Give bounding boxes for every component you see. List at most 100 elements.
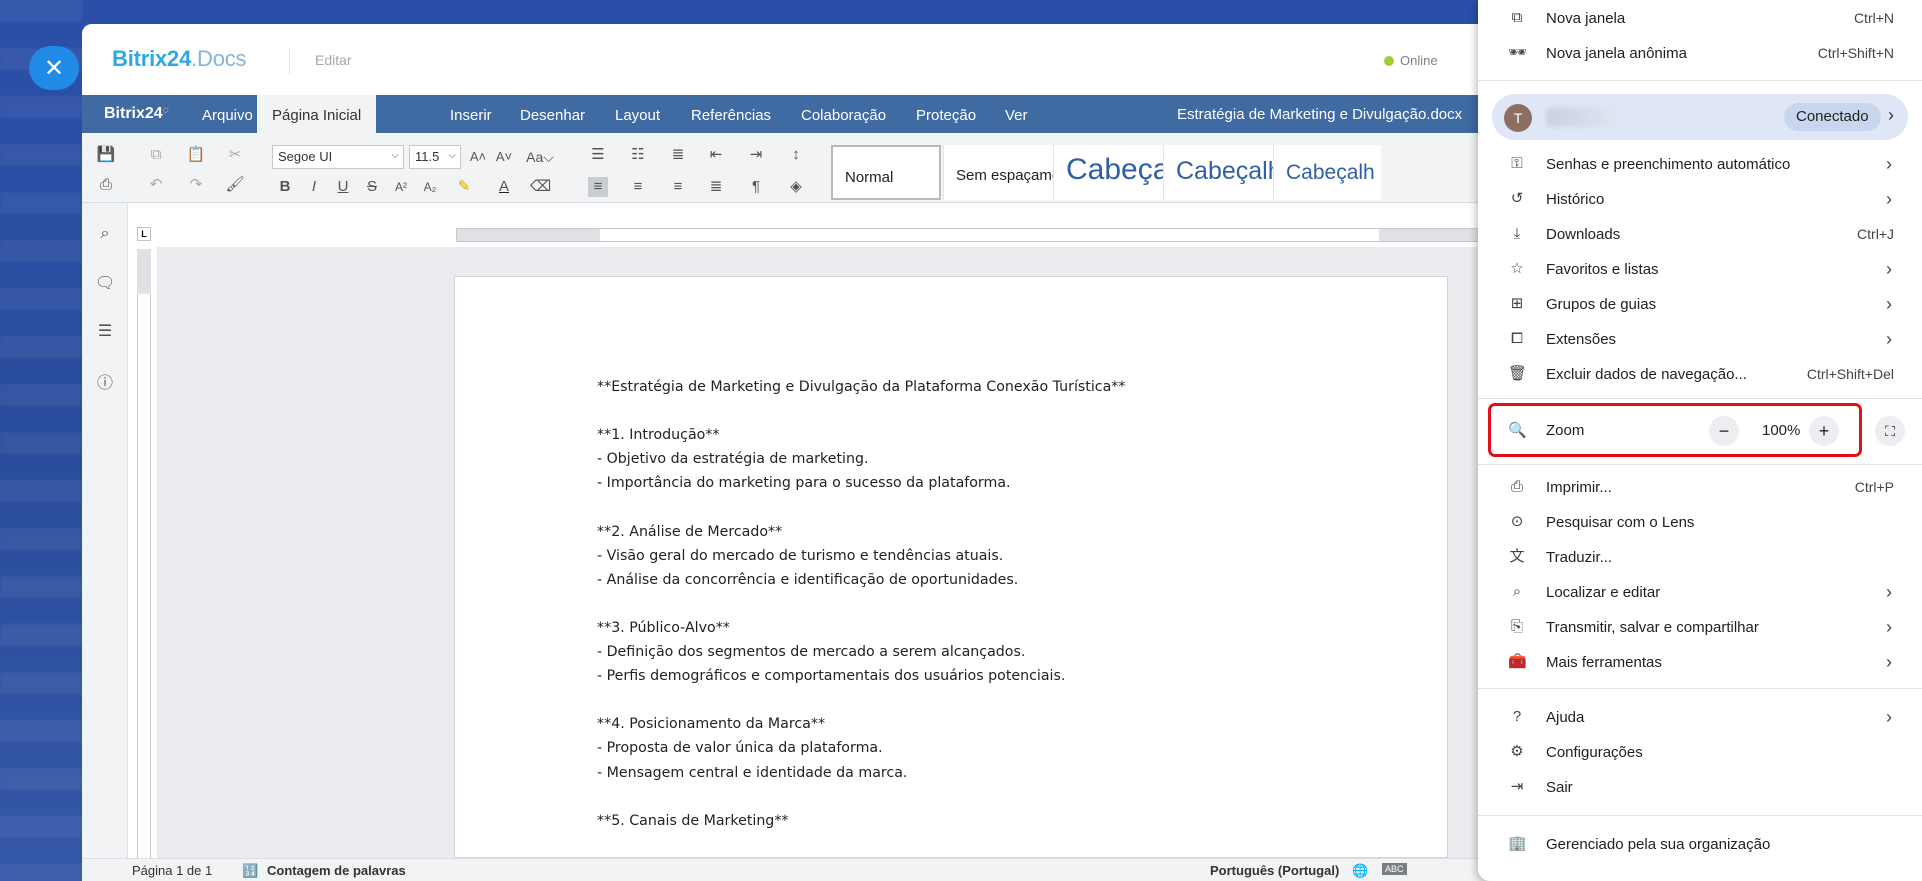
multilevel-list-icon[interactable]: ≣ xyxy=(668,145,688,165)
highlight-icon[interactable]: ✎ xyxy=(454,177,474,197)
tab-arquivo[interactable]: Arquivo xyxy=(202,95,253,133)
tab-desenhar[interactable]: Desenhar xyxy=(520,95,585,133)
align-left-icon[interactable]: ≡ xyxy=(588,177,608,197)
decrease-indent-icon[interactable]: ⇤ xyxy=(706,145,726,165)
language-select[interactable]: Português (Portugal) xyxy=(1210,863,1339,878)
style-no-spacing[interactable]: Sem espaçame xyxy=(943,145,1053,200)
tab-colaboracao[interactable]: Colaboração xyxy=(801,95,886,133)
menu-passwords[interactable]: ⚿ Senhas e preenchimento automático › xyxy=(1478,147,1922,181)
menu-exit[interactable]: ⇥ Sair xyxy=(1478,770,1922,804)
word-count-icon[interactable]: 🔢 xyxy=(242,863,258,879)
document-line[interactable]: - Perfis demográficos e comportamentais … xyxy=(597,664,1126,688)
shading-icon[interactable]: ◈ xyxy=(786,177,806,197)
clear-format-icon[interactable]: ⌫ xyxy=(530,177,551,197)
style-heading-3[interactable]: Cabeçalh xyxy=(1273,145,1381,200)
document-line[interactable]: - Análise da concorrência e identificaçã… xyxy=(597,568,1126,592)
tab-protecao[interactable]: Proteção xyxy=(916,95,976,133)
tab-stop-selector[interactable]: L xyxy=(137,227,151,241)
copy-icon[interactable]: ⧉ xyxy=(146,145,166,165)
increase-indent-icon[interactable]: ⇥ xyxy=(746,145,766,165)
document-text[interactable]: **Estratégia de Marketing e Divulgação d… xyxy=(597,375,1126,833)
print-icon[interactable]: ⎙ xyxy=(96,175,116,195)
document-line[interactable] xyxy=(597,688,1126,712)
document-line[interactable] xyxy=(597,495,1126,519)
paste-icon[interactable]: 📋 xyxy=(186,145,206,165)
numbering-icon[interactable]: ☷ xyxy=(628,145,648,165)
subscript-icon[interactable]: A₂ xyxy=(420,177,440,197)
document-page[interactable]: **Estratégia de Marketing e Divulgação d… xyxy=(454,276,1448,858)
document-line[interactable]: **5. Canais de Marketing** xyxy=(597,809,1126,833)
strikethrough-icon[interactable]: S xyxy=(362,177,382,197)
align-center-icon[interactable]: ≡ xyxy=(628,177,648,197)
menu-settings[interactable]: ⚙ Configurações xyxy=(1478,735,1922,769)
document-line[interactable]: - Visão geral do mercado de turismo e te… xyxy=(597,544,1126,568)
menu-incognito[interactable]: 🕶 Nova janela anônima Ctrl+Shift+N xyxy=(1478,36,1922,70)
underline-icon[interactable]: U xyxy=(333,177,353,197)
comments-icon[interactable]: 🗨 xyxy=(95,273,115,293)
vertical-ruler[interactable] xyxy=(137,249,151,858)
zoom-in-button[interactable]: + xyxy=(1809,416,1839,446)
horizontal-ruler[interactable] xyxy=(456,228,1530,242)
document-line[interactable]: **2. Análise de Mercado** xyxy=(597,520,1126,544)
font-family-select[interactable]: Segoe UI ⌵ xyxy=(272,145,404,169)
style-normal[interactable]: Normal xyxy=(831,145,941,200)
document-line[interactable]: - Importância do marketing para o sucess… xyxy=(597,471,1126,495)
document-line[interactable]: **Estratégia de Marketing e Divulgação d… xyxy=(597,375,1126,399)
word-count-button[interactable]: Contagem de palavras xyxy=(267,863,406,878)
change-case-icon[interactable]: Aa⌵ xyxy=(523,147,557,167)
paragraph-marks-icon[interactable]: ¶ xyxy=(746,177,766,197)
menu-more-tools[interactable]: 🧰 Mais ferramentas › xyxy=(1478,645,1922,679)
spellcheck-icon[interactable]: ABC xyxy=(1382,863,1407,875)
save-icon[interactable]: 💾 xyxy=(96,145,116,165)
document-line[interactable]: **4. Posicionamento da Marca** xyxy=(597,712,1126,736)
menu-cast-save[interactable]: ⎘ Transmitir, salvar e compartilhar › xyxy=(1478,610,1922,644)
italic-icon[interactable]: I xyxy=(304,177,324,197)
document-line[interactable]: **1. Introdução** xyxy=(597,423,1126,447)
format-painter-icon[interactable]: 🖌 xyxy=(225,175,245,195)
document-line[interactable] xyxy=(597,399,1126,423)
redo-icon[interactable]: ↷ xyxy=(186,175,206,195)
document-line[interactable]: - Objetivo da estratégia de marketing. xyxy=(597,447,1126,471)
bold-icon[interactable]: B xyxy=(275,177,295,197)
tab-inserir[interactable]: Inserir xyxy=(450,95,492,133)
close-icon[interactable]: ✕ xyxy=(29,46,79,90)
navigation-icon[interactable]: ☰ xyxy=(95,321,115,341)
menu-find-edit[interactable]: ⌕ Localizar e editar › xyxy=(1478,575,1922,609)
info-icon[interactable]: ⓘ xyxy=(95,369,115,392)
menu-help[interactable]: ? Ajuda › xyxy=(1478,700,1922,734)
align-right-icon[interactable]: ≡ xyxy=(668,177,688,197)
edit-label[interactable]: Editar xyxy=(315,52,352,68)
menu-bookmarks[interactable]: ☆ Favoritos e listas › xyxy=(1478,252,1922,286)
cut-icon[interactable]: ✂ xyxy=(225,145,245,165)
document-line[interactable] xyxy=(597,785,1126,809)
superscript-icon[interactable]: A² xyxy=(391,177,411,197)
menu-new-window[interactable]: ⧉ Nova janela Ctrl+N xyxy=(1478,1,1922,35)
decrease-font-icon[interactable]: A˅ xyxy=(494,147,514,167)
document-line[interactable] xyxy=(597,592,1126,616)
globe-icon[interactable]: 🌐 xyxy=(1352,863,1368,879)
profile-row[interactable]: T Conectado › xyxy=(1492,94,1908,140)
menu-extensions[interactable]: ⧠ Extensões › xyxy=(1478,322,1922,356)
justify-icon[interactable]: ≣ xyxy=(706,177,726,197)
menu-tab-groups[interactable]: ⊞ Grupos de guias › xyxy=(1478,287,1922,321)
zoom-out-button[interactable]: − xyxy=(1709,416,1739,446)
menu-managed[interactable]: 🏢 Gerenciado pela sua organização xyxy=(1478,827,1922,861)
undo-icon[interactable]: ↶ xyxy=(146,175,166,195)
style-heading-1[interactable]: Cabeça xyxy=(1053,145,1163,200)
fullscreen-icon[interactable]: ⛶ xyxy=(1875,416,1905,446)
menu-translate[interactable]: 文 Traduzir... xyxy=(1478,540,1922,574)
document-line[interactable]: - Definição dos segmentos de mercado a s… xyxy=(597,640,1126,664)
tab-ver[interactable]: Ver xyxy=(1005,95,1028,133)
tab-referencias[interactable]: Referências xyxy=(691,95,771,133)
style-heading-2[interactable]: Cabeçalh xyxy=(1163,145,1273,200)
line-spacing-icon[interactable]: ↕ xyxy=(786,145,806,165)
menu-clear-data[interactable]: 🗑 Excluir dados de navegação... Ctrl+Shi… xyxy=(1478,357,1922,391)
tab-layout[interactable]: Layout xyxy=(615,95,660,133)
document-line[interactable]: - Proposta de valor única da plataforma. xyxy=(597,736,1126,760)
font-color-icon[interactable]: A xyxy=(494,177,514,197)
document-line[interactable]: **3. Público-Alvo** xyxy=(597,616,1126,640)
document-line[interactable]: - Mensagem central e identidade da marca… xyxy=(597,761,1126,785)
menu-history[interactable]: ↺ Histórico › xyxy=(1478,182,1922,216)
tab-pagina-inicial[interactable]: Página Inicial xyxy=(257,95,377,133)
menu-lens[interactable]: ⊙ Pesquisar com o Lens xyxy=(1478,505,1922,539)
